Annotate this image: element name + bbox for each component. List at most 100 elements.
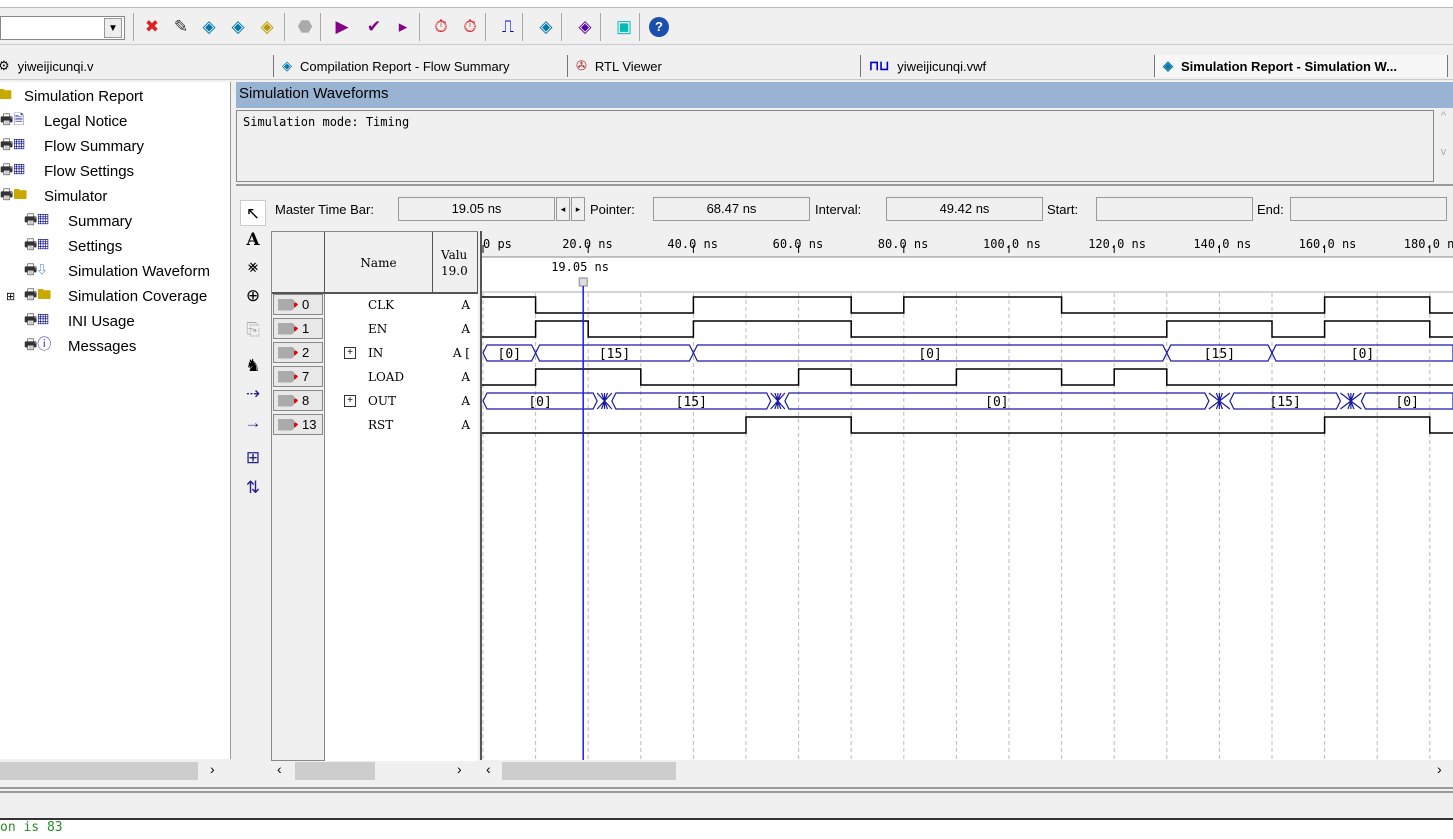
timer2-icon[interactable]: ⏱ (457, 14, 483, 40)
node-index[interactable]: 0 (273, 294, 323, 315)
pencil-icon[interactable]: ✎ (168, 14, 194, 40)
tab-label: Compilation Report - Flow Summary (300, 58, 510, 74)
master-time-bar-field[interactable]: 19.05 ns (398, 197, 555, 221)
timer-icon[interactable]: ⏱ (428, 14, 454, 40)
tree-scrollbar[interactable]: › (0, 760, 231, 782)
node-index[interactable]: 1 (273, 318, 323, 339)
tick-label: 80.0 ns (878, 237, 929, 251)
report-icon[interactable]: ◈ (533, 14, 559, 40)
value-header-label: Valu (441, 248, 468, 262)
scroll-thumb[interactable] (502, 762, 676, 780)
chevron-right-icon[interactable]: › (457, 761, 462, 777)
name-header[interactable]: Name (325, 232, 433, 294)
tree-item-summary[interactable]: 🖶▦ Summary (24, 209, 132, 233)
tab-label: RTL Viewer (594, 58, 662, 74)
tree-item-simulation-report[interactable]: 🖿 Simulation Report (0, 84, 143, 108)
tab-vwf[interactable]: ⊓⊔ yiweijicunqi.vwf (860, 55, 1154, 77)
tab-label: Simulation Report - Simulation W... (1181, 58, 1397, 74)
assembler-icon[interactable]: ◈ (254, 14, 280, 40)
node-index-label: 2 (302, 345, 310, 360)
simulate-icon[interactable]: ⎍ (495, 14, 521, 40)
expand-icon[interactable]: ⊞ (6, 290, 15, 303)
tree-item-flow-settings[interactable]: 🖶▦ Flow Settings (0, 159, 134, 183)
zoom-icon[interactable]: ⊕ (240, 283, 266, 309)
help-icon[interactable]: ? (649, 17, 669, 37)
splitter[interactable] (0, 787, 1453, 793)
waveform-edit-icon[interactable]: ⨳ (240, 254, 266, 280)
toolbar-separator (133, 13, 134, 41)
tree-item-settings[interactable]: 🖶▦ Settings (24, 234, 122, 258)
signal-name-cell[interactable]: + OUT (325, 389, 433, 413)
expand-icon[interactable]: + (344, 395, 356, 407)
toolbar-separator (600, 13, 601, 41)
tab-verilog[interactable]: ⚙ yiweijicunqi.v (0, 55, 273, 77)
tick-label: 120.0 ns (1088, 237, 1146, 251)
scroll-thumb[interactable] (295, 762, 375, 780)
tree-item-ini-usage[interactable]: 🖶▦ INI Usage (24, 309, 135, 333)
splitter[interactable] (236, 184, 1453, 188)
waveform-scrollbar[interactable]: ‹ › (480, 760, 1453, 782)
chip-icon[interactable]: ▣ (611, 14, 637, 40)
fitter-icon[interactable]: ◈ (225, 14, 251, 40)
value-header[interactable]: Valu 19.0 (433, 232, 478, 294)
check-icon[interactable]: ✔ (361, 14, 387, 40)
index-header (272, 232, 325, 294)
tree-item-simulator[interactable]: 🖶🖿 Simulator (0, 184, 107, 208)
start-icon[interactable]: ▶ (329, 14, 355, 40)
node-index[interactable]: 13 (273, 414, 323, 435)
find-icon[interactable]: ♞ (240, 353, 266, 379)
chevron-down-icon[interactable]: ▼ (104, 18, 122, 38)
wave-en (482, 320, 1453, 338)
copy-icon[interactable]: ⎘ (240, 317, 266, 343)
toolbar-separator (284, 13, 285, 41)
expand-icon[interactable]: + (344, 347, 356, 359)
node-index[interactable]: 8 (273, 390, 323, 411)
analysis-icon[interactable]: ◈ (196, 14, 222, 40)
stop-icon[interactable]: ⬣ (292, 14, 318, 40)
signal-name-cell[interactable]: EN (325, 317, 433, 341)
signal-name-cell[interactable]: RST (325, 413, 433, 437)
folder-icon: 🖿 (0, 86, 12, 102)
signal-name-cell[interactable]: CLK (325, 293, 433, 317)
waveform-chart[interactable]: 0 ps 20.0 ns 40.0 ns 60.0 ns 80.0 ns 100.0 ns… (482, 231, 1453, 761)
programmer-icon[interactable]: ◈ (572, 14, 598, 40)
signal-name-cell[interactable]: LOAD (325, 365, 433, 389)
node-index[interactable]: 7 (273, 366, 323, 387)
tree-item-flow-summary[interactable]: 🖶▦ Flow Summary (0, 134, 144, 158)
report-body: Simulation mode: Timing (236, 110, 1434, 182)
signal-name-cell[interactable]: + IN (325, 341, 433, 365)
node-index[interactable]: 2 (273, 342, 323, 363)
waveform-panel[interactable]: 0 ps 20.0 ns 40.0 ns 60.0 ns 80.0 ns 100.0 ns… (480, 231, 1453, 761)
next-arrow-icon[interactable]: ▸ (571, 197, 585, 221)
prev-arrow-icon[interactable]: ◂ (556, 197, 570, 221)
names-scrollbar[interactable]: ‹ › (271, 760, 476, 782)
snap-grid-icon[interactable]: ⊞ (240, 445, 266, 471)
chevron-right-icon[interactable]: › (1437, 761, 1442, 777)
scroll-thumb[interactable] (0, 762, 198, 780)
end-field[interactable] (1290, 197, 1447, 221)
rtl-viewer-icon: ✇ (576, 58, 587, 73)
tree-item-simulation-waveform[interactable]: 🖶⇩ Simulation Waveform (24, 259, 210, 283)
tab-simulation-report[interactable]: ◈ Simulation Report - Simulation W... (1154, 55, 1448, 77)
chevron-left-icon[interactable]: ‹ (277, 761, 282, 777)
tree-item-label: Messages (68, 337, 137, 355)
arrow-right-icon[interactable]: → (240, 410, 266, 436)
chevron-left-icon[interactable]: ‹ (486, 761, 491, 777)
pointer-field: 68.47 ns (653, 197, 810, 221)
tree-item-messages[interactable]: 🖶ⓘ Messages (24, 334, 136, 358)
signal-name: RST (368, 418, 394, 432)
timing-icon[interactable]: ▸ (390, 14, 416, 40)
tree-item-legal-notice[interactable]: 🖶🗎 Legal Notice (0, 109, 127, 133)
sort-icon[interactable]: ⇅ (240, 475, 266, 501)
tree-item-icons: 🖶🖿 (0, 184, 40, 208)
tab-rtl-viewer[interactable]: ✇ RTL Viewer (567, 55, 860, 77)
pointer-tool-icon[interactable]: ↖ (240, 200, 266, 226)
chevron-right-icon[interactable]: › (210, 761, 215, 777)
start-field[interactable] (1096, 197, 1253, 221)
tree-item-simulation-coverage[interactable]: ⊞ 🖶🖿 Simulation Coverage (6, 284, 207, 308)
text-tool-icon[interactable]: A (240, 227, 266, 253)
compile-icon[interactable]: ✖ (139, 14, 165, 40)
report-scrollbar[interactable]: ^ v (1434, 110, 1453, 182)
find-next-icon[interactable]: ⇢ (240, 381, 266, 407)
tab-compilation-report[interactable]: ◈ Compilation Report - Flow Summary (273, 55, 567, 77)
